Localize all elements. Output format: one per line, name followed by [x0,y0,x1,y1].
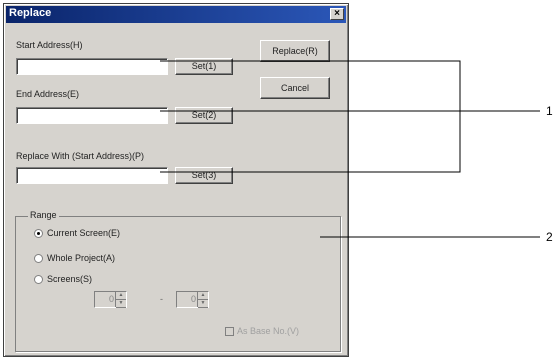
callout-bracket-line [160,60,461,173]
callout-1-label: 1 [546,104,553,118]
callout-lines [160,60,540,238]
callout-2-label: 2 [546,230,553,244]
